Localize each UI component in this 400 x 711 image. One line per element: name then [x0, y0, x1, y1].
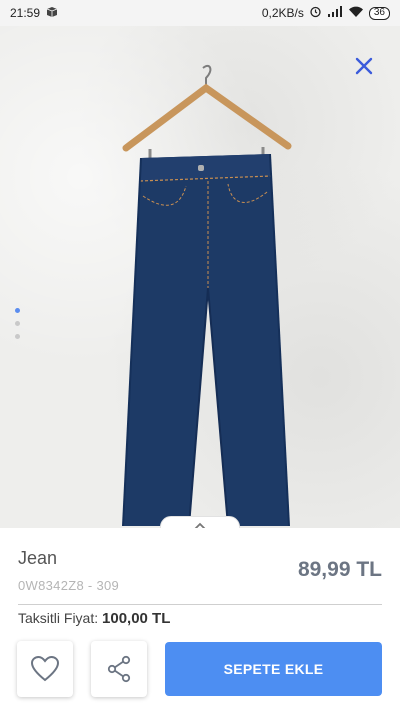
product-name: Jean	[18, 548, 58, 568]
product-image-gallery[interactable]	[0, 26, 400, 528]
gallery-pagination	[15, 308, 20, 339]
network-speed: 0,2KB/s	[261, 6, 304, 20]
product-image	[122, 64, 292, 527]
expand-details-button[interactable]	[160, 516, 240, 528]
installment-label: Taksitli Fiyat:	[18, 610, 99, 626]
action-bar: SEPETE EKLE	[0, 641, 400, 697]
wifi-icon	[348, 6, 364, 21]
installment-price: Taksitli Fiyat: 100,00 TL	[18, 610, 170, 627]
share-icon	[107, 655, 131, 683]
chevron-up-icon	[194, 522, 206, 528]
divider	[18, 604, 382, 605]
close-button[interactable]	[350, 52, 378, 80]
signal-icon	[327, 5, 343, 21]
status-bar: 21:59 0,2KB/s 36	[0, 0, 400, 26]
add-to-cart-button[interactable]: SEPETE EKLE	[165, 642, 382, 696]
heart-icon	[30, 655, 60, 682]
share-button[interactable]	[91, 641, 147, 697]
product-code: 0W8342Z8 - 309	[18, 578, 120, 593]
status-time: 21:59	[10, 6, 41, 20]
alarm-icon	[309, 5, 322, 21]
package-icon	[46, 6, 58, 21]
gallery-dot[interactable]	[15, 334, 20, 339]
gallery-dot-active[interactable]	[15, 308, 20, 313]
installment-amount: 100,00 TL	[102, 610, 171, 627]
product-price: 89,99 TL	[297, 558, 382, 581]
close-icon	[355, 57, 373, 75]
gallery-dot[interactable]	[15, 321, 20, 326]
battery-indicator: 36	[368, 6, 390, 20]
favorite-button[interactable]	[17, 641, 73, 697]
